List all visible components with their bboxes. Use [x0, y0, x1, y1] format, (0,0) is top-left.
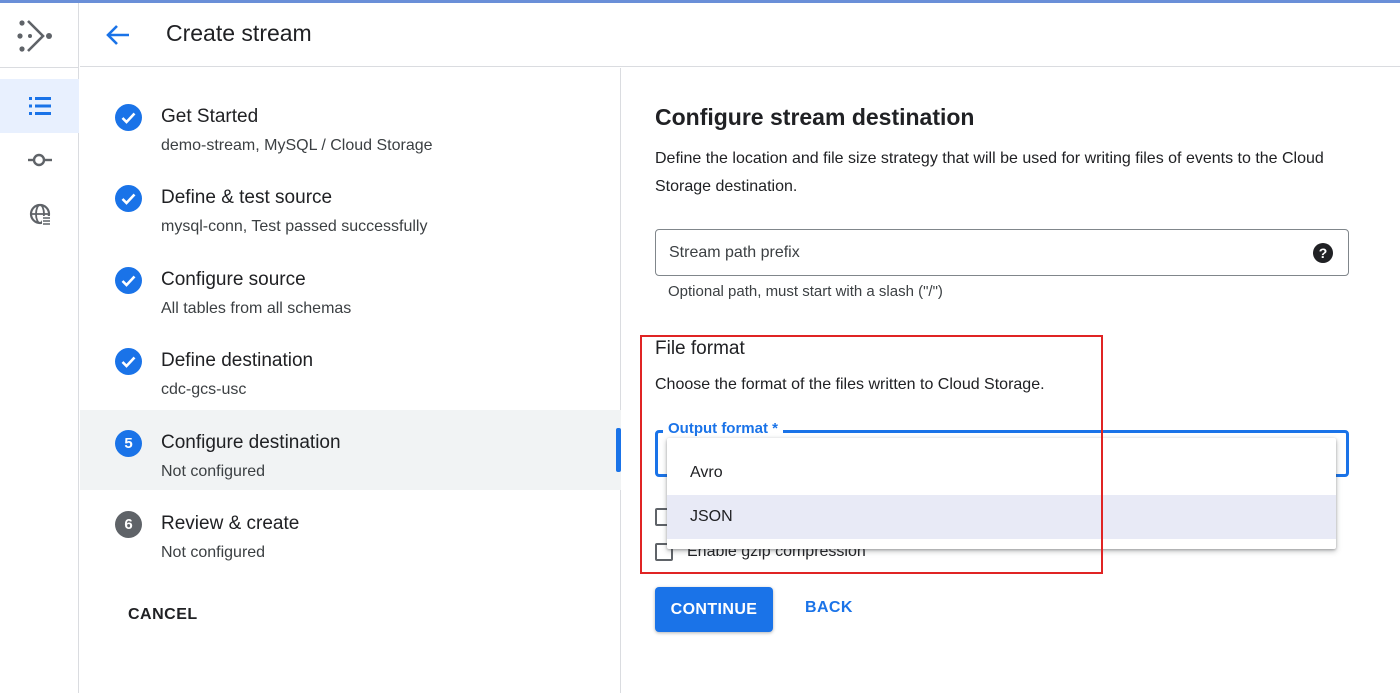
left-nav-rail [0, 3, 79, 693]
arrow-back-icon[interactable] [104, 21, 132, 49]
check-icon [115, 185, 142, 212]
input-placeholder: Stream path prefix [669, 244, 800, 261]
stepper-panel: Get Started demo-stream, MySQL / Cloud S… [80, 68, 621, 693]
step-define-destination[interactable]: Define destination cdc-gcs-usc [80, 328, 621, 408]
annotation-highlight-box [640, 335, 1103, 574]
step-subtitle: mysql-conn, Test passed successfully [161, 218, 428, 235]
continue-button[interactable]: CONTINUE [655, 587, 773, 632]
step-title: Review & create [161, 513, 300, 534]
back-button[interactable]: BACK [805, 599, 853, 617]
step-title: Configure source [161, 269, 306, 290]
check-icon [115, 348, 142, 375]
step-title: Configure destination [161, 432, 341, 453]
list-icon [28, 97, 51, 115]
rail-item-connections[interactable] [0, 133, 79, 187]
step-subtitle: All tables from all schemas [161, 300, 352, 317]
section-title: Configure stream destination [655, 104, 975, 130]
step-review-create[interactable]: 6 Review & create Not configured [80, 491, 621, 571]
rail-item-streams[interactable] [0, 79, 79, 133]
step-title: Get Started [161, 106, 259, 127]
step-define-test-source[interactable]: Define & test source mysql-conn, Test pa… [80, 165, 621, 245]
step-number-badge: 5 [115, 430, 142, 457]
check-icon [115, 267, 142, 294]
step-title: Define destination [161, 350, 314, 371]
active-step-indicator [616, 428, 621, 472]
globe-icon [29, 203, 51, 225]
step-subtitle: demo-stream, MySQL / Cloud Storage [161, 137, 433, 154]
step-subtitle: Not configured [161, 463, 266, 480]
stream-path-prefix-input[interactable]: Stream path prefix ? [655, 229, 1349, 276]
step-subtitle: Not configured [161, 544, 266, 561]
step-configure-destination[interactable]: 5 Configure destination Not configured [80, 410, 621, 490]
rail-item-private-connectivity[interactable] [0, 187, 79, 241]
cancel-button[interactable]: CANCEL [128, 606, 198, 624]
page-title: Create stream [166, 20, 312, 46]
rail-divider [0, 67, 79, 68]
step-title: Define & test source [161, 187, 333, 208]
connection-icon [27, 153, 52, 167]
datastream-logo-icon[interactable] [16, 17, 56, 55]
check-icon [115, 104, 142, 131]
field-hint: Optional path, must start with a slash (… [668, 283, 943, 300]
page-header: Create stream [80, 3, 1400, 67]
step-get-started[interactable]: Get Started demo-stream, MySQL / Cloud S… [80, 84, 621, 164]
step-number-badge: 6 [115, 511, 142, 538]
section-description: Define the location and file size strate… [655, 150, 1324, 195]
help-icon[interactable]: ? [1313, 243, 1333, 263]
step-configure-source[interactable]: Configure source All tables from all sch… [80, 247, 621, 327]
step-subtitle: cdc-gcs-usc [161, 381, 247, 398]
